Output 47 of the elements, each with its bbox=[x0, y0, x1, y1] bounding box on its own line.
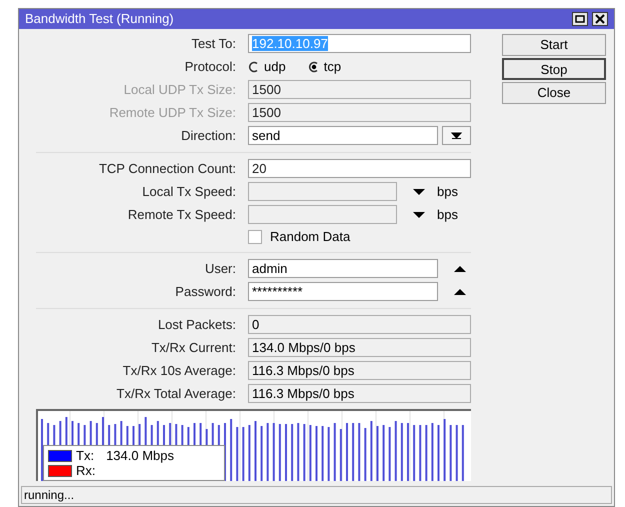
legend-label: Tx: bbox=[76, 449, 94, 462]
legend-value: 134.0 Mbps bbox=[106, 449, 174, 462]
input-field[interactable]: 20 bbox=[248, 159, 471, 178]
field-label: Tx/Rx Current: bbox=[151, 338, 236, 357]
option-label: udp bbox=[264, 58, 286, 76]
field-label: Tx/Rx Total Average: bbox=[116, 384, 236, 403]
maximize-icon[interactable] bbox=[572, 12, 588, 26]
option-label: tcp bbox=[324, 58, 342, 76]
window-title: Bandwidth Test (Running) bbox=[25, 10, 174, 28]
dialog-button[interactable]: Stop bbox=[502, 58, 606, 80]
legend-label: Rx: bbox=[76, 464, 96, 477]
field-label: Protocol: bbox=[184, 58, 236, 76]
checkbox[interactable] bbox=[248, 230, 262, 244]
field-label: Password: bbox=[175, 282, 236, 301]
field-label: Direction: bbox=[181, 126, 236, 145]
field-label: Remote Tx Speed: bbox=[128, 206, 236, 224]
readout-field: 116.3 Mbps/0 bps bbox=[248, 384, 471, 403]
collapse-icon[interactable] bbox=[454, 266, 466, 272]
field-label: Local UDP Tx Size: bbox=[124, 80, 236, 99]
collapse-icon[interactable] bbox=[454, 288, 466, 294]
field-label: User: bbox=[204, 260, 236, 278]
input-field[interactable] bbox=[248, 182, 397, 201]
radio-button[interactable] bbox=[248, 60, 260, 72]
dialog-button[interactable]: Close bbox=[502, 82, 606, 104]
dropdown-icon[interactable] bbox=[413, 212, 425, 218]
field-label: TCP Connection Count: bbox=[98, 160, 236, 178]
close-icon[interactable] bbox=[592, 12, 608, 26]
dropdown-field[interactable]: send bbox=[248, 126, 438, 145]
unit-label: bps bbox=[437, 182, 458, 201]
dialog-button[interactable]: Start bbox=[502, 34, 606, 56]
input-field[interactable]: admin bbox=[248, 259, 438, 278]
input-field[interactable] bbox=[248, 205, 397, 224]
readout-field: 116.3 Mbps/0 bps bbox=[248, 361, 471, 380]
field-label: Tx/Rx 10s Average: bbox=[122, 362, 236, 380]
dropdown-icon[interactable] bbox=[413, 188, 425, 194]
readout-field: 0 bbox=[248, 315, 471, 334]
field-label: Remote UDP Tx Size: bbox=[109, 104, 236, 122]
field-label: Local Tx Speed: bbox=[142, 182, 236, 201]
field-label: Lost Packets: bbox=[158, 316, 236, 334]
status-bar: running... bbox=[21, 486, 612, 504]
readout-field: 134.0 Mbps/0 bps bbox=[248, 338, 471, 357]
dropdown-icon[interactable] bbox=[442, 126, 471, 145]
checkbox-label: Random Data bbox=[270, 228, 350, 246]
radio-button[interactable] bbox=[308, 60, 320, 72]
unit-label: bps bbox=[437, 206, 458, 224]
field-label: Test To: bbox=[191, 34, 236, 53]
input-field[interactable]: ********** bbox=[248, 282, 438, 301]
